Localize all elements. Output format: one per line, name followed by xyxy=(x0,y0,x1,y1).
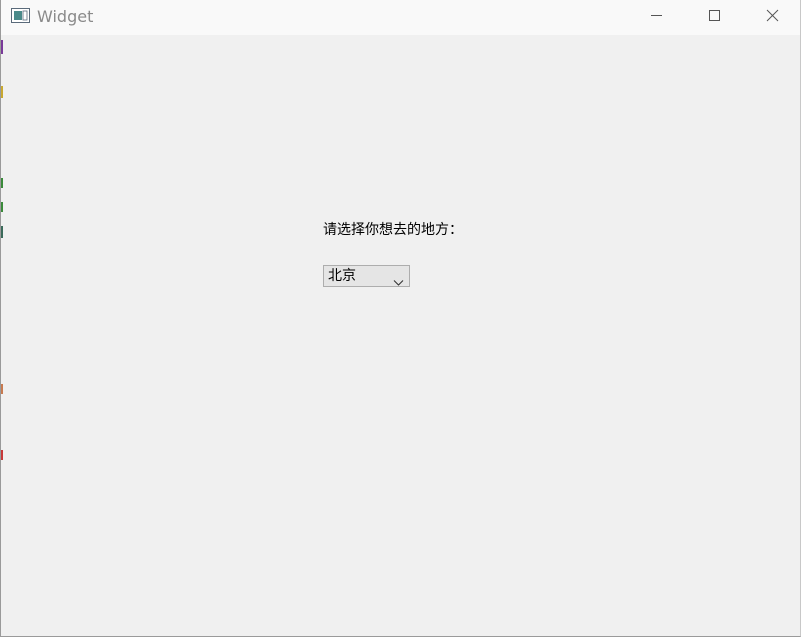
widget-window: Widget 请选择你想去的地方： 北京 xyxy=(0,0,801,637)
edge-artifact xyxy=(1,86,3,98)
title-bar[interactable]: Widget xyxy=(1,0,800,35)
edge-artifact xyxy=(1,40,3,54)
edge-artifact xyxy=(1,384,3,394)
destination-prompt-label: 请选择你想去的地方： xyxy=(323,222,463,238)
edge-artifact xyxy=(1,202,3,212)
maximize-button[interactable] xyxy=(685,0,743,32)
combo-selected-value: 北京 xyxy=(328,268,356,284)
minimize-button[interactable] xyxy=(627,0,685,32)
chevron-down-icon[interactable] xyxy=(393,272,404,286)
window-icon xyxy=(11,8,30,23)
window-title: Widget xyxy=(37,7,94,26)
close-button[interactable] xyxy=(743,0,801,32)
edge-artifact xyxy=(1,226,3,238)
edge-artifact xyxy=(1,178,3,188)
client-area: 请选择你想去的地方： 北京 xyxy=(1,35,800,636)
destination-combo-box[interactable]: 北京 xyxy=(323,265,410,287)
edge-artifact xyxy=(1,450,3,460)
